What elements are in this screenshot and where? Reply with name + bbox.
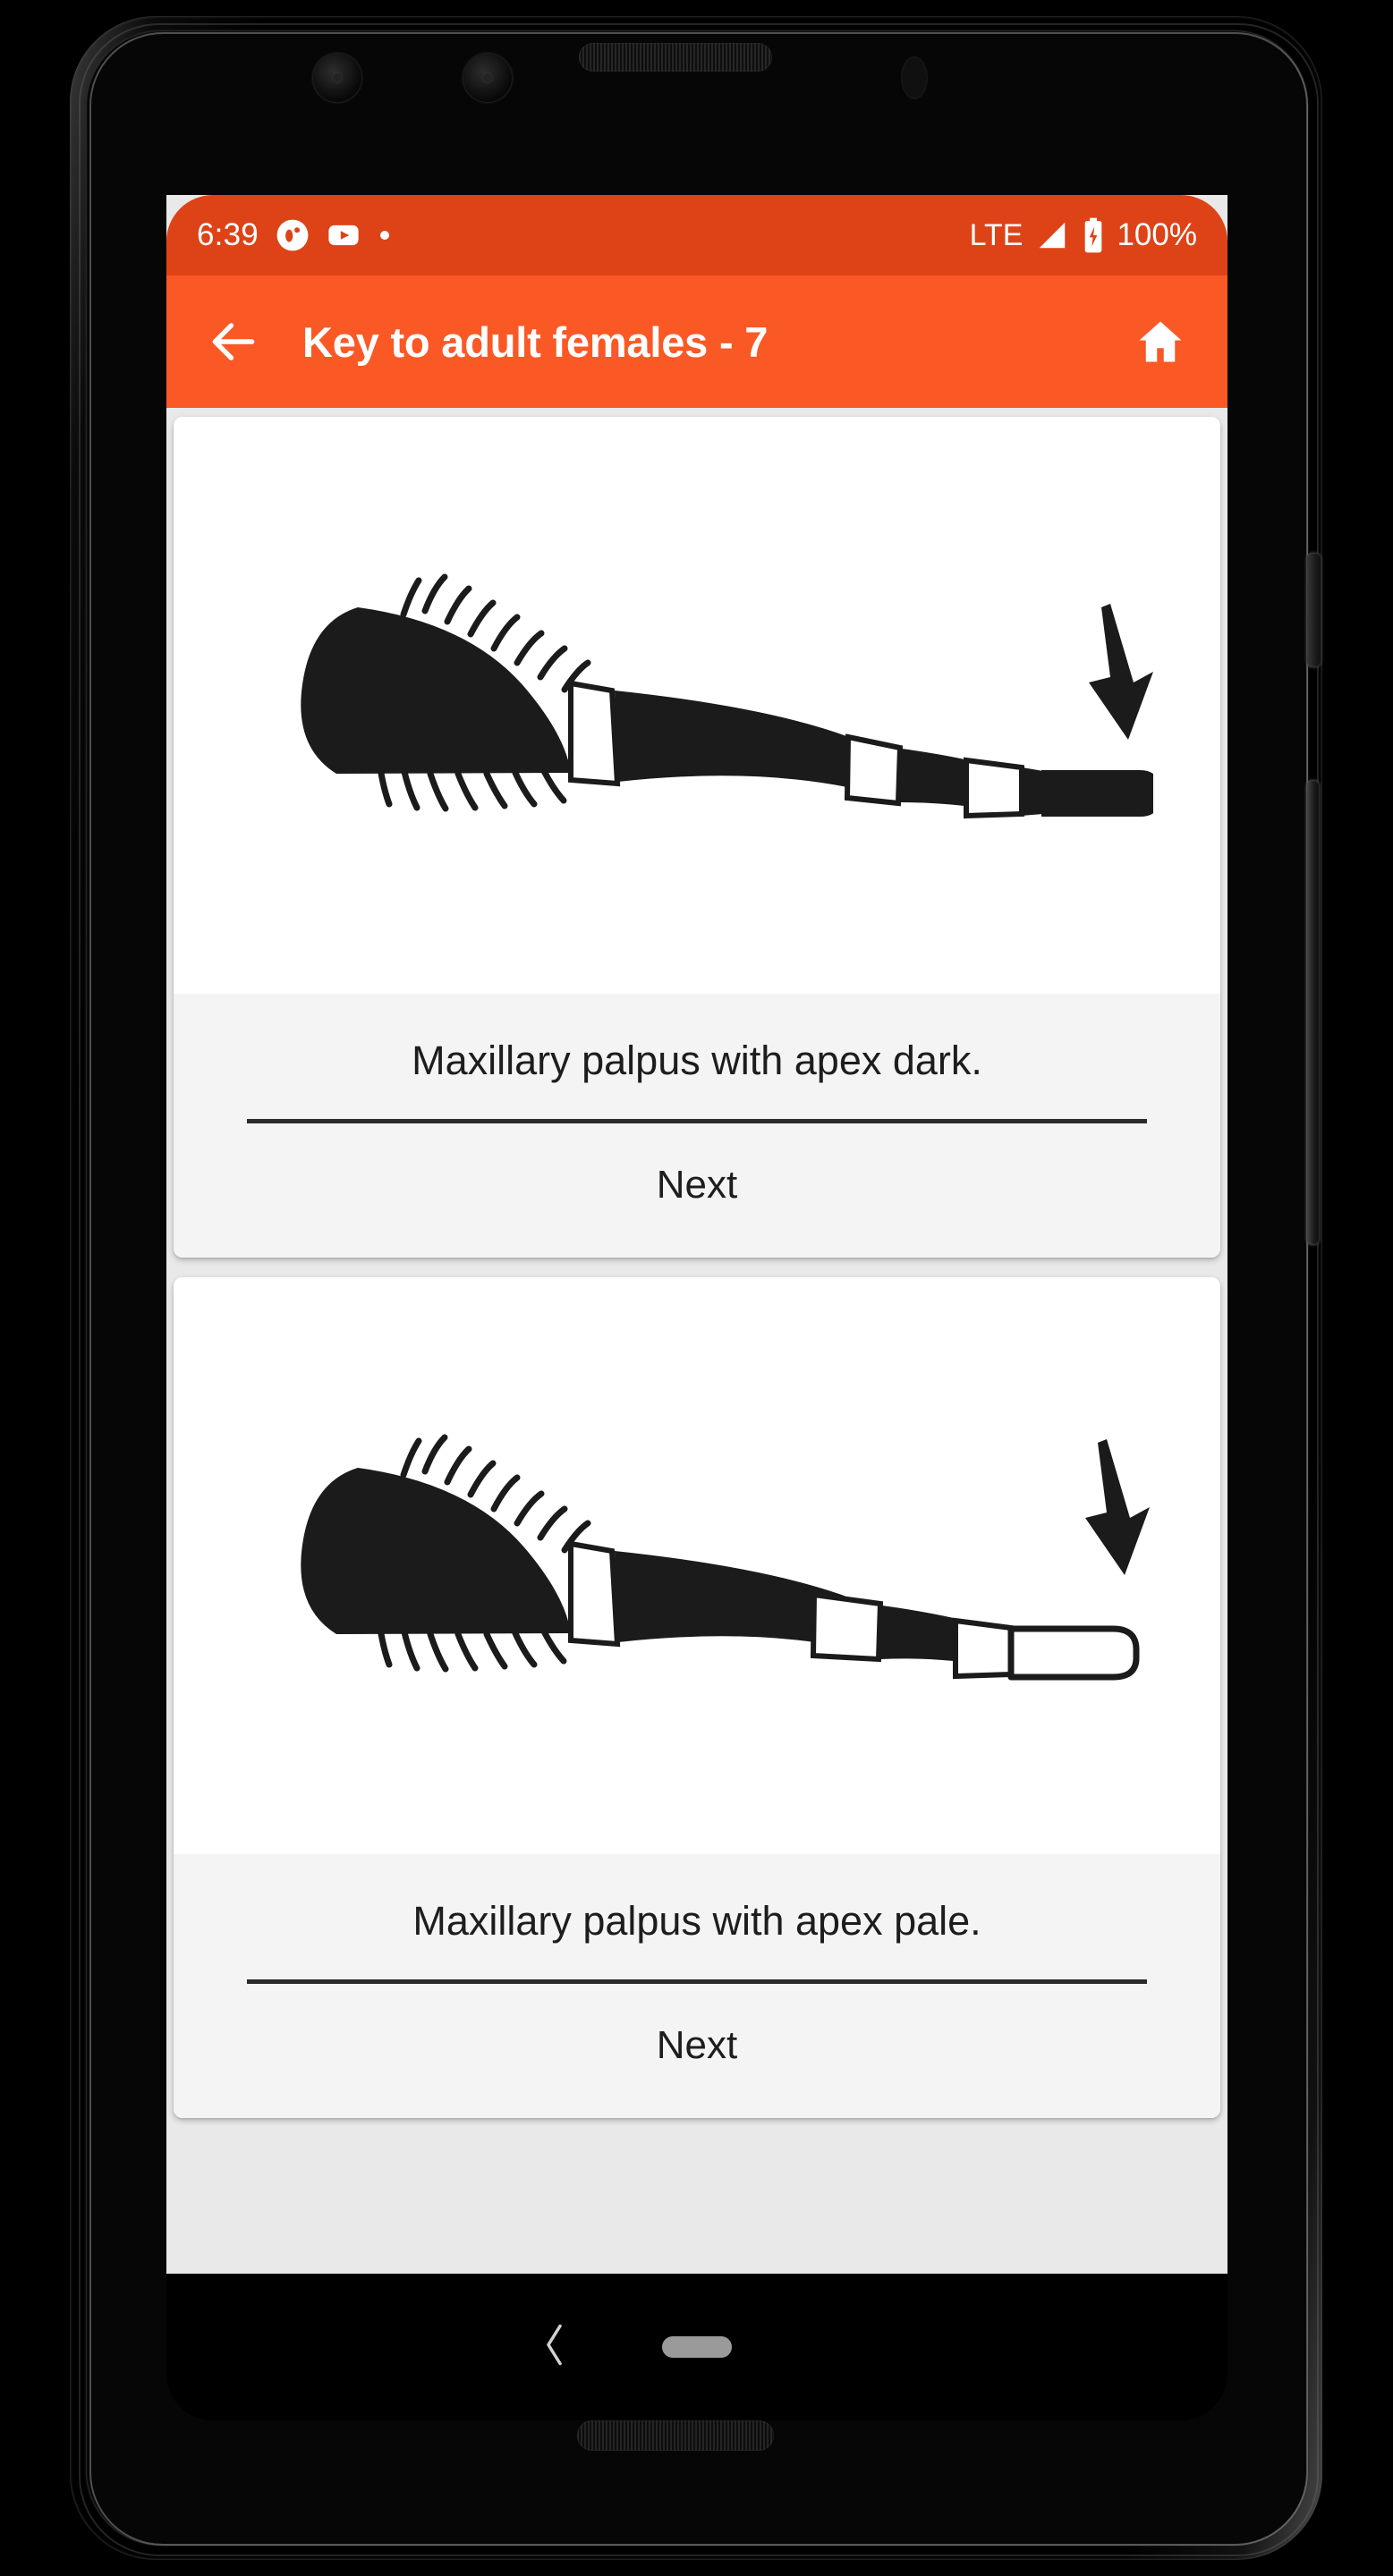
page-title: Key to adult females - 7	[302, 318, 769, 366]
status-clock: 6:39	[197, 217, 259, 252]
status-bar-left: 6:39	[197, 217, 392, 253]
bottom-speaker-grille	[577, 2420, 774, 2451]
front-camera-1-icon	[313, 54, 361, 102]
notification-dot-icon	[378, 228, 392, 242]
app-bar: Key to adult females - 7	[166, 275, 1227, 408]
card-caption: Maxillary palpus with apex pale.	[412, 1898, 981, 1944]
next-button[interactable]: Next	[174, 1984, 1220, 2113]
home-icon[interactable]	[1124, 305, 1197, 378]
key-couplet-list: Maxillary palpus with apex dark. Next Ma…	[166, 408, 1227, 2274]
power-button[interactable]	[1306, 553, 1321, 667]
phone-device-mockup: 6:39 LTE 100% Key to adult females - 7 M…	[0, 0, 1393, 2576]
next-button[interactable]: Next	[174, 1123, 1220, 1252]
card-caption: Maxillary palpus with apex dark.	[412, 1038, 982, 1083]
nav-back-chevron-icon[interactable]	[539, 2320, 569, 2375]
proximity-sensor-icon	[901, 56, 928, 99]
youtube-icon	[327, 218, 361, 252]
phone-screen: 6:39 LTE 100% Key to adult females - 7 M…	[166, 195, 1227, 2274]
earpiece-speaker-grille	[579, 43, 772, 72]
battery-percent-label: 100%	[1117, 217, 1197, 252]
maxillary-palpus-dark-apex-diagram	[174, 417, 1220, 994]
status-bar-right: LTE 100%	[970, 217, 1197, 253]
card-body: Maxillary palpus with apex pale. Next	[174, 1854, 1220, 2118]
key-option-card[interactable]: Maxillary palpus with apex dark. Next	[174, 417, 1220, 1258]
maxillary-palpus-pale-apex-diagram	[174, 1277, 1220, 1854]
network-type-label: LTE	[969, 217, 1024, 252]
back-arrow-icon[interactable]	[197, 305, 270, 378]
key-option-card[interactable]: Maxillary palpus with apex pale. Next	[174, 1277, 1220, 2118]
nav-home-pill-icon[interactable]	[662, 2336, 732, 2358]
volume-rocker-button[interactable]	[1306, 780, 1320, 1245]
status-bar: 6:39 LTE 100%	[166, 195, 1227, 275]
battery-charging-icon	[1082, 217, 1105, 253]
android-navigation-bar	[166, 2274, 1227, 2420]
app-circle-icon	[276, 218, 310, 252]
front-camera-2-icon	[463, 54, 512, 102]
signal-icon	[1034, 218, 1070, 252]
card-body: Maxillary palpus with apex dark. Next	[174, 994, 1220, 1258]
